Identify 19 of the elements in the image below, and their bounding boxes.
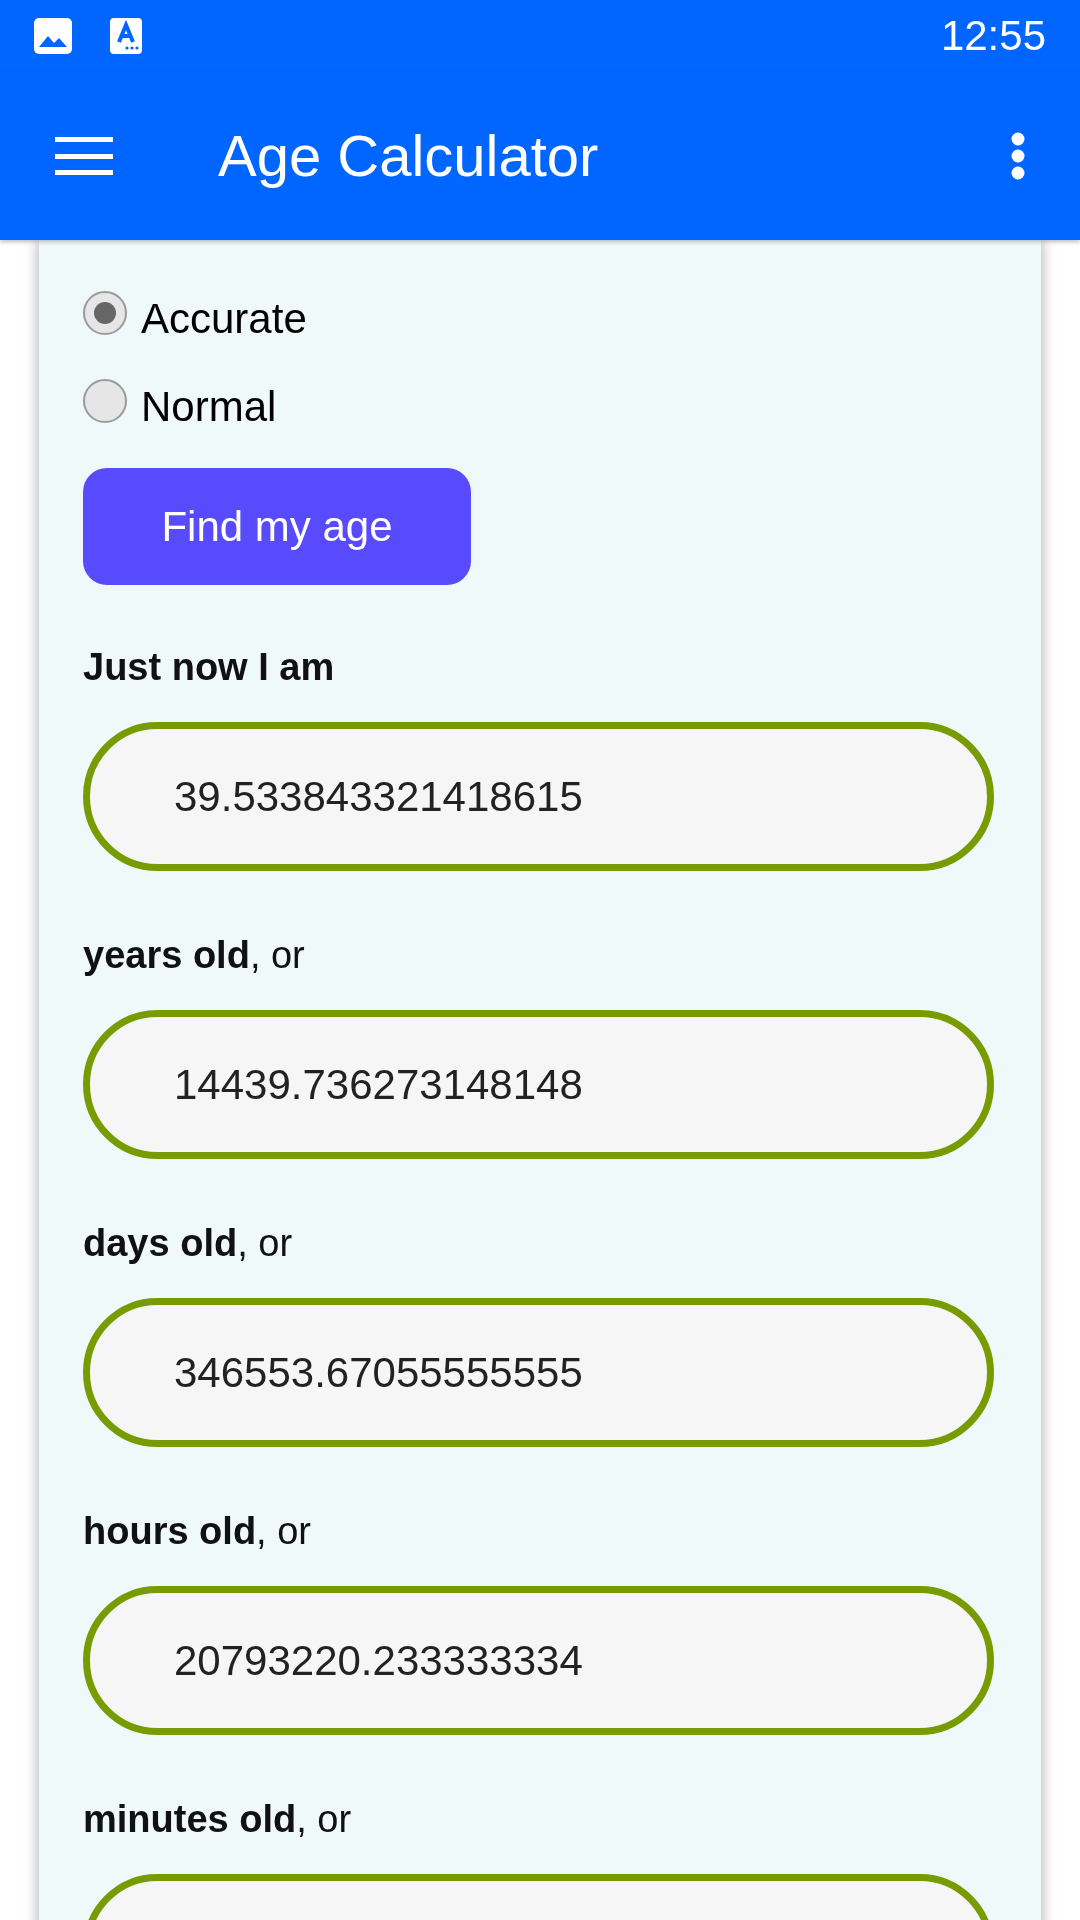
result-field[interactable]: 39.533843321418615: [83, 722, 994, 871]
menu-icon[interactable]: [55, 137, 113, 175]
image-icon: [34, 18, 72, 54]
more-options-icon[interactable]: [1011, 132, 1025, 180]
font-icon: [110, 18, 142, 54]
radio-button[interactable]: [83, 379, 127, 423]
result-field[interactable]: 14439.736273148148: [83, 1010, 994, 1159]
radio-label[interactable]: Accurate: [141, 286, 307, 350]
result-label: days old, or: [83, 1221, 294, 1266]
result-field[interactable]: 346553.67055555555: [83, 1298, 994, 1447]
find-age-button[interactable]: Find my age: [83, 468, 471, 585]
result-label: Just now I am: [83, 645, 336, 690]
result-field[interactable]: 20793220.233333334: [83, 1586, 994, 1735]
radio-label[interactable]: Normal: [141, 374, 277, 438]
result-label: hours old, or: [83, 1509, 312, 1554]
status-time: 12:55: [940, 15, 1046, 57]
result-label: minutes old, or: [83, 1797, 353, 1842]
result-label: years old, or: [83, 933, 306, 978]
radio-button[interactable]: [83, 291, 127, 335]
